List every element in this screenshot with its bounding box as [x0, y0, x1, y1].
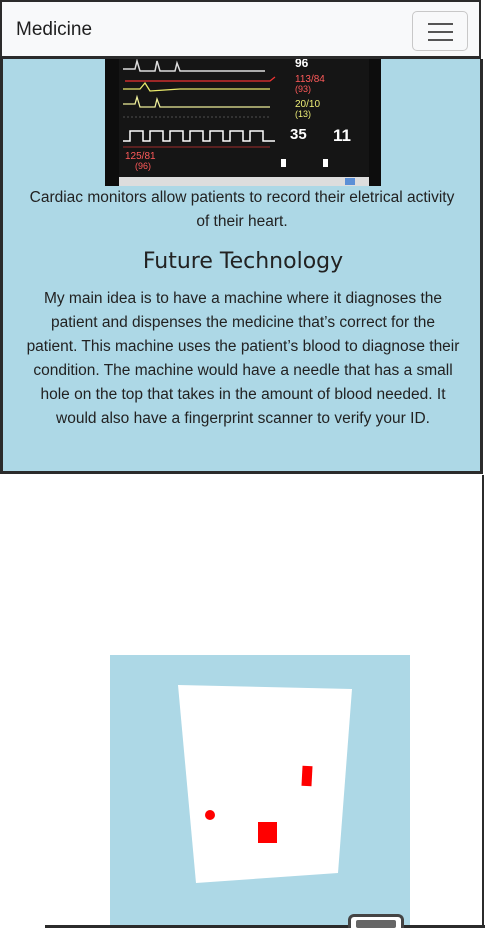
needle-hole: [205, 810, 215, 820]
reading-bp-mean: (93): [295, 84, 311, 94]
reading-top: 96: [295, 59, 309, 70]
cardiac-monitor-image: 96 113/84 (93) 20/10 (13) 35 11 125/81 (…: [105, 59, 381, 186]
scroll-handle-grip: [356, 920, 396, 928]
menu-bar-bottom: [428, 39, 453, 41]
fingerprint-scanner: [258, 822, 277, 843]
needle-slot: [301, 765, 313, 787]
reading-pap-mean: (13): [295, 109, 311, 119]
monitor-caption: Cardiac monitors allow patients to recor…: [29, 189, 455, 230]
page: Medicine 96 113/84 (93) 20/10 (13) 35 11…: [0, 0, 485, 928]
right-border-line: [482, 475, 484, 928]
reading-etco2: 35: [290, 126, 307, 143]
reading-art-mean: (96): [135, 161, 151, 171]
hamburger-menu-icon[interactable]: [412, 11, 468, 51]
section-heading: Future Technology: [142, 249, 344, 274]
monitor-screen: 96 113/84 (93) 20/10 (13) 35 11 125/81 (…: [105, 59, 381, 186]
machine-graphic: [110, 655, 410, 928]
menu-bar-top: [428, 23, 453, 25]
menu-bar-middle: [428, 31, 453, 33]
reading-rr: 11: [333, 126, 351, 145]
content-panel: 96 113/84 (93) 20/10 (13) 35 11 125/81 (…: [0, 59, 483, 474]
machine-body: [178, 685, 352, 883]
future-technology-paragraph: My main idea is to have a machine where …: [26, 290, 460, 427]
scroll-handle-icon[interactable]: [348, 914, 404, 928]
navbar: Medicine: [0, 0, 481, 59]
brand-title[interactable]: Medicine: [16, 19, 92, 41]
machine-drawing: [178, 685, 352, 883]
